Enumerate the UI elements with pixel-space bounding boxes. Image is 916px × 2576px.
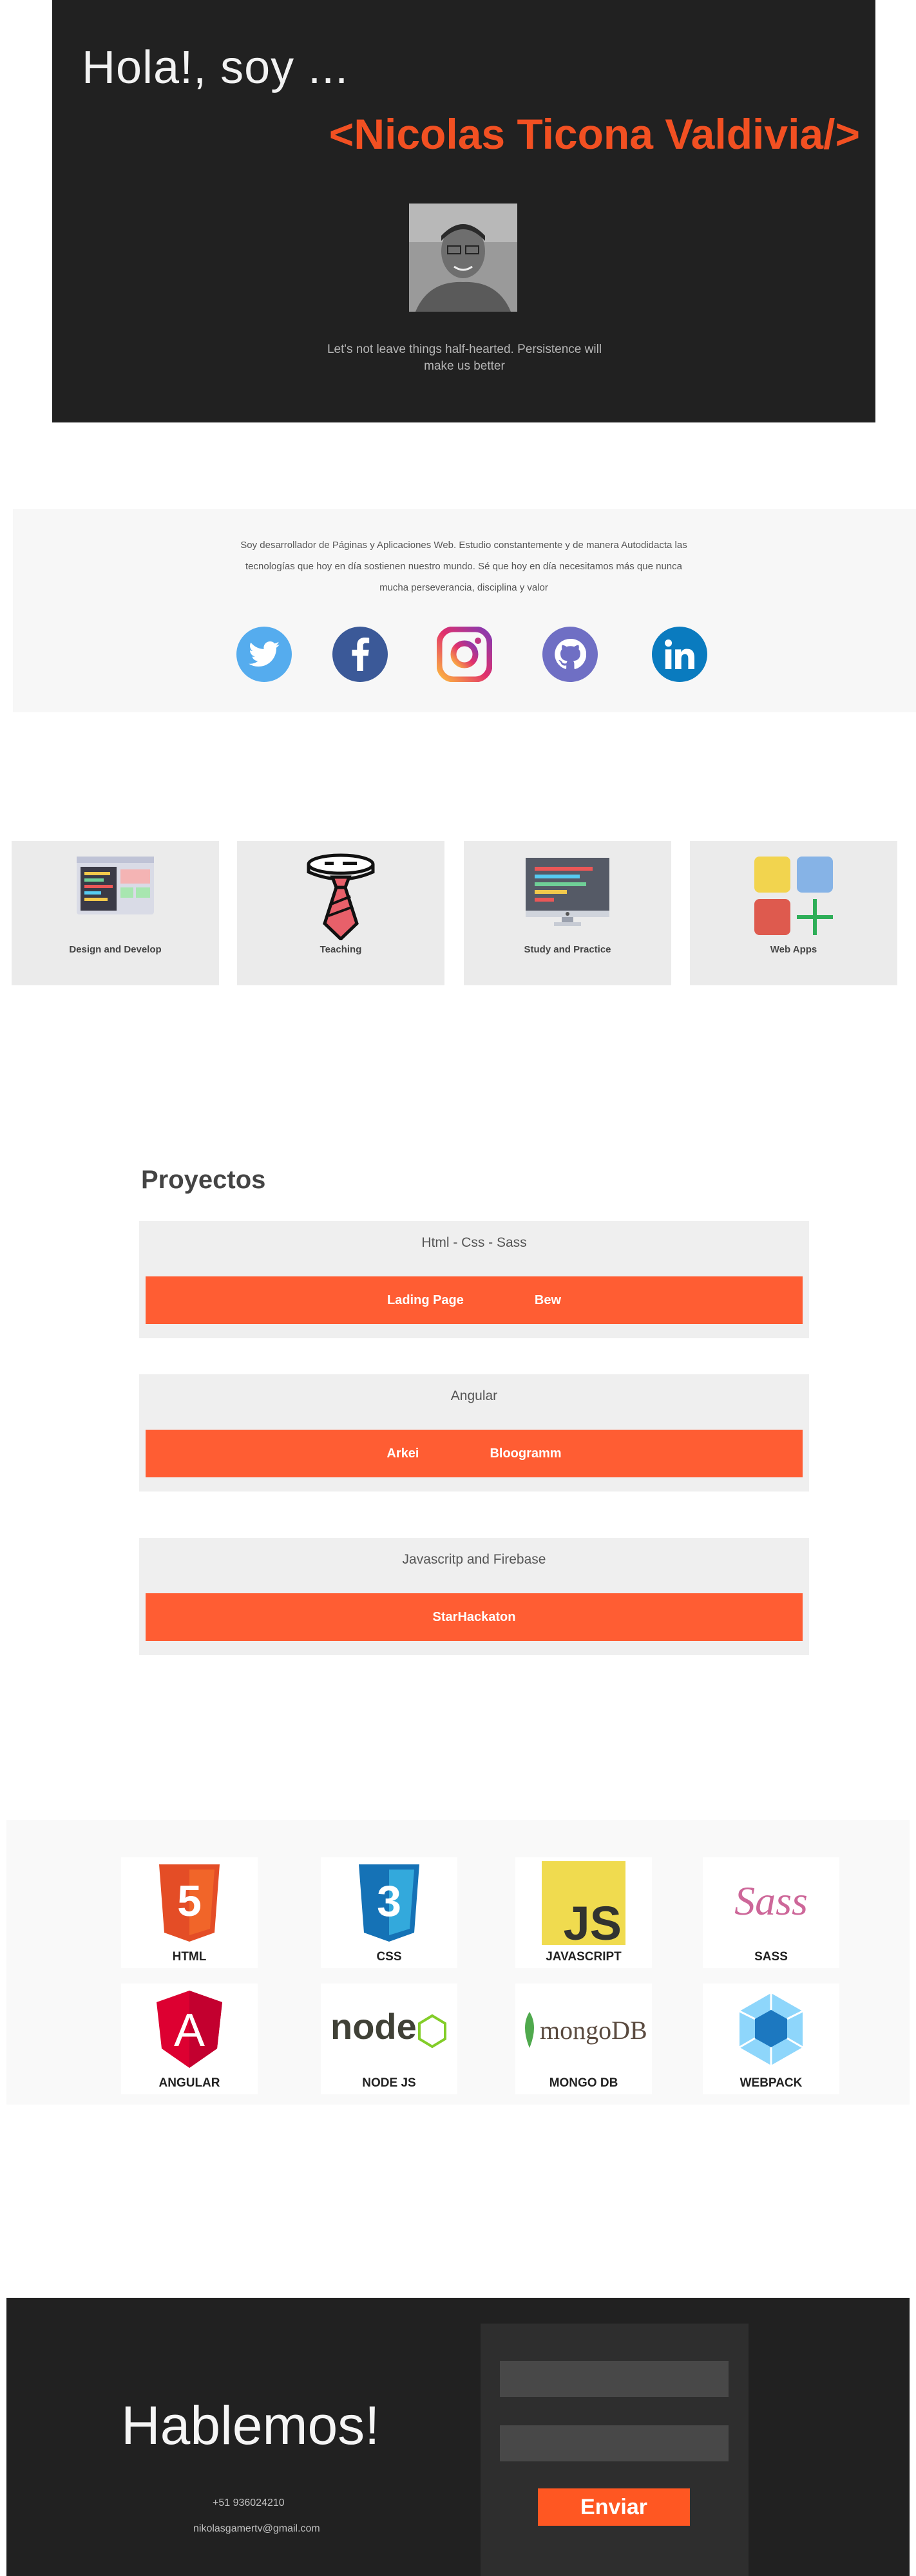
- tech-tile-nodejs: node NODE JS: [321, 1984, 457, 2094]
- project-link-arkei[interactable]: Arkei: [386, 1446, 419, 1461]
- service-label: Study and Practice: [524, 944, 611, 955]
- project-links-bar: Lading Page Bew: [146, 1276, 803, 1324]
- svg-text:node: node: [330, 2007, 417, 2047]
- instagram-icon[interactable]: [437, 627, 492, 682]
- webpack-logo: [703, 1987, 839, 2071]
- tech-tile-webpack: WEBPACK: [703, 1984, 839, 2094]
- twitter-icon[interactable]: [236, 627, 292, 682]
- project-links-bar: Arkei Bloogramm: [146, 1430, 803, 1477]
- svg-text:A: A: [174, 2005, 205, 2056]
- browser-code-icon: [75, 853, 155, 920]
- project-link-bew[interactable]: Bew: [535, 1293, 561, 1308]
- profile-photo: [409, 204, 517, 312]
- svg-text:JS: JS: [563, 1897, 622, 1945]
- svg-text:mongoDB: mongoDB: [540, 2016, 647, 2045]
- tech-tile-angular: A ANGULAR: [121, 1984, 258, 2094]
- tech-label: CSS: [376, 1950, 402, 1964]
- tech-label: JAVASCRIPT: [546, 1950, 622, 1964]
- project-link-landing-page[interactable]: Lading Page: [387, 1293, 464, 1308]
- contact-email: nikolasgamertv@gmail.com: [193, 2523, 320, 2534]
- tech-tile-css: 3 CSS: [321, 1857, 457, 1968]
- hero-quote: Let's not leave things half-hearted. Per…: [327, 343, 602, 373]
- facebook-icon[interactable]: [332, 627, 388, 682]
- service-label: Web Apps: [770, 944, 817, 955]
- contact-phone: +51 936024210: [213, 2497, 285, 2508]
- tech-label: ANGULAR: [158, 2076, 220, 2090]
- project-group: Angular Arkei Bloogramm: [139, 1374, 809, 1492]
- project-link-starhackaton[interactable]: StarHackaton: [433, 1610, 516, 1625]
- sass-logo: Sass: [703, 1861, 839, 1945]
- service-card-teaching: Teaching: [237, 841, 444, 985]
- svg-text:Sass: Sass: [734, 1878, 808, 1924]
- js-logo: JS: [515, 1861, 652, 1945]
- projects-heading: Proyectos: [141, 1166, 266, 1194]
- html5-logo: 5: [121, 1861, 258, 1945]
- nodejs-logo: node: [321, 1987, 457, 2071]
- about-text: Soy desarrollador de Páginas y Aplicacio…: [240, 540, 687, 593]
- contact-title: Hablemos!: [121, 2395, 380, 2456]
- tech-tile-sass: Sass SASS: [703, 1857, 839, 1968]
- contact-form: Enviar: [481, 2324, 749, 2576]
- tech-label: SASS: [754, 1950, 788, 1964]
- hero-section: Hola!, soy ... <Nicolas Ticona Valdivia/…: [52, 0, 875, 422]
- technologies-section: 5 HTML 3 CSS JS JAVASCRIPT Sass SASS A A…: [6, 1820, 910, 2105]
- github-icon[interactable]: [542, 627, 598, 682]
- service-card-study: Study and Practice: [464, 841, 671, 985]
- tech-tile-html: 5 HTML: [121, 1857, 258, 1968]
- tech-tile-mongodb: mongoDB MONGO DB: [515, 1984, 652, 2094]
- contact-section: Hablemos! +51 936024210 nikolasgamertv@g…: [6, 2298, 910, 2576]
- svg-text:3: 3: [377, 1877, 401, 1926]
- project-group: Html - Css - Sass Lading Page Bew: [139, 1221, 809, 1338]
- project-group-title: Angular: [450, 1388, 498, 1403]
- name-field[interactable]: [500, 2361, 729, 2397]
- svg-text:5: 5: [177, 1877, 202, 1926]
- tech-label: HTML: [172, 1950, 207, 1964]
- tech-label: NODE JS: [362, 2076, 416, 2090]
- about-section: Soy desarrollador de Páginas y Aplicacio…: [13, 509, 916, 712]
- monitor-code-icon: [524, 853, 611, 931]
- css3-logo: 3: [321, 1861, 457, 1945]
- angular-logo: A: [121, 1987, 258, 2071]
- mongodb-logo: mongoDB: [515, 1987, 652, 2071]
- tech-label: WEBPACK: [739, 2076, 803, 2090]
- apps-grid-icon: [750, 853, 837, 943]
- hero-name: <Nicolas Ticona Valdivia/>: [329, 110, 860, 158]
- send-button[interactable]: Enviar: [538, 2488, 690, 2526]
- project-link-bloogramm[interactable]: Bloogramm: [490, 1446, 561, 1461]
- tie-icon: [305, 853, 376, 943]
- project-group: Javascritp and Firebase StarHackaton: [139, 1538, 809, 1655]
- service-label: Teaching: [320, 944, 362, 955]
- tech-tile-javascript: JS JAVASCRIPT: [515, 1857, 652, 1968]
- tech-label: MONGO DB: [549, 2076, 618, 2090]
- project-links-bar: StarHackaton: [146, 1593, 803, 1641]
- service-label: Design and Develop: [69, 944, 162, 955]
- project-group-title: Html - Css - Sass: [421, 1235, 527, 1250]
- service-card-webapps: Web Apps: [690, 841, 897, 985]
- linkedin-icon[interactable]: [652, 627, 707, 682]
- project-group-title: Javascritp and Firebase: [402, 1552, 546, 1567]
- hero-greeting: Hola!, soy ...: [82, 42, 349, 93]
- service-card-design: Design and Develop: [12, 841, 219, 985]
- email-field[interactable]: [500, 2425, 729, 2461]
